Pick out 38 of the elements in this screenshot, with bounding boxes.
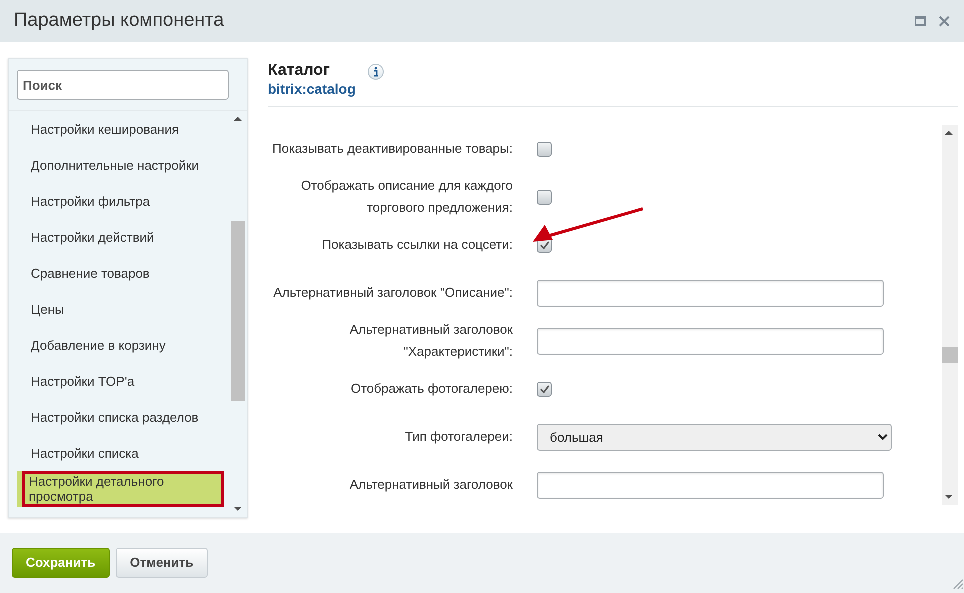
sidebar-item[interactable]: Настройки кеширования [9, 111, 221, 147]
sidebar-item[interactable]: Настройки детального просмотра [17, 471, 221, 507]
field-label: Альтернативный заголовок [348, 476, 513, 494]
checkbox[interactable] [537, 382, 552, 396]
sidebar-item[interactable]: Настройки списка [9, 435, 221, 471]
sidebar-item[interactable]: Добавление в корзину [9, 327, 221, 363]
sidebar-item[interactable]: Настройки действий [9, 219, 221, 255]
search-field[interactable]: Поиск [17, 70, 229, 100]
check-icon [540, 384, 550, 394]
scrollbar[interactable] [942, 125, 958, 505]
text-field[interactable] [537, 472, 884, 498]
sidebar-item[interactable]: Настройки списка разделов [9, 399, 221, 435]
sidebar-item[interactable]: Сравнение товаров [9, 255, 221, 291]
sidebar-item[interactable]: Дополнительные настройки [9, 147, 221, 183]
cancel-button[interactable]: Отменить [116, 548, 208, 578]
checkbox[interactable] [537, 142, 552, 156]
sidebar-item[interactable]: Настройки TOP'а [9, 363, 221, 399]
text-field[interactable] [537, 280, 884, 306]
field-label: Тип фотогалереи: [404, 428, 513, 446]
sidebar-item[interactable]: Цены [9, 291, 221, 327]
close-icon[interactable] [939, 16, 950, 26]
window-title: Параметры компонента [14, 8, 224, 33]
dropdown[interactable]: большая [537, 424, 892, 450]
field-label: Показывать ссылки на соцсети: [321, 236, 513, 254]
text-field[interactable] [537, 328, 884, 354]
field-label: Отображать описание для каждого торгового предложения: [300, 177, 513, 217]
maximize-icon[interactable] [915, 16, 926, 26]
field-label: Альтернативный заголовок "Описание": [272, 284, 513, 302]
resize-grip-icon[interactable] [952, 578, 964, 590]
info-icon[interactable] [368, 64, 384, 80]
checkbox[interactable] [537, 190, 552, 204]
field-label: Альтернативный заголовок "Характеристики": [348, 321, 513, 361]
check-icon [540, 240, 550, 250]
component-title: Каталог [268, 62, 331, 80]
field-label: Отображать фотогалерею: [350, 380, 513, 398]
component-code: bitrix:catalog [268, 80, 356, 98]
field-label: Показывать деактивированные товары: [272, 140, 513, 158]
sidebar-item[interactable]: Настройки фильтра [9, 183, 221, 219]
